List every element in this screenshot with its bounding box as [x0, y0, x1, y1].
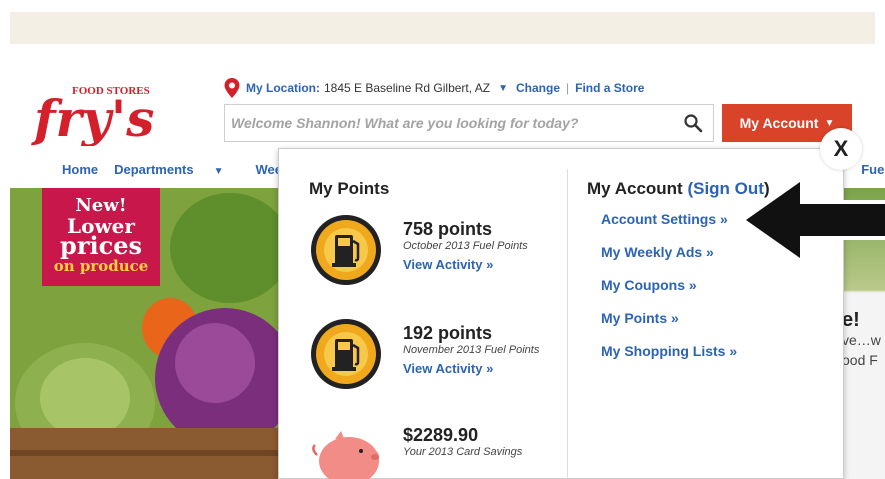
frys-logo[interactable]: FOOD STORES fry's: [30, 76, 180, 148]
fuel-pump-icon: [311, 319, 381, 389]
main-nav: Home Departments ▼ Week: [62, 162, 305, 177]
search-icon: [684, 114, 703, 133]
close-button[interactable]: X: [820, 128, 862, 170]
points-row-november: 192 points November 2013 Fuel Points Vie…: [309, 317, 569, 395]
logo-text: fry's: [31, 89, 154, 146]
location-pin-icon: [224, 78, 240, 98]
chevron-down-icon: ▼: [213, 166, 224, 177]
promo-line-1: New!: [75, 195, 127, 216]
view-activity-link[interactable]: View Activity »: [403, 361, 493, 376]
arrow-pointer-icon: [742, 178, 885, 262]
nav-fuel-partial: Fue: [861, 162, 885, 177]
points-row-october: 758 points October 2013 Fuel Points View…: [309, 213, 569, 291]
nav-departments[interactable]: Departments ▼: [114, 162, 239, 177]
account-settings-link[interactable]: Account Settings »: [601, 211, 728, 227]
hero-right-text: e! ve…w ood F: [842, 310, 881, 370]
location-label: My Location:: [246, 81, 320, 95]
shopping-lists-link[interactable]: My Shopping Lists »: [601, 343, 737, 359]
search-button[interactable]: [673, 105, 713, 141]
savings-desc: Your 2013 Card Savings: [403, 446, 523, 458]
location-bar: My Location: 1845 E Baseline Rd Gilbert,…: [224, 78, 644, 98]
points-desc: November 2013 Fuel Points: [403, 344, 540, 356]
nav-departments-label: Departments: [114, 162, 194, 177]
top-banner: [10, 12, 875, 44]
my-account-label: My Account: [739, 115, 819, 131]
chevron-down-icon: ▼: [824, 117, 835, 129]
hero-right-line-3: ood F: [842, 352, 878, 368]
weekly-ads-link[interactable]: My Weekly Ads »: [601, 244, 714, 260]
savings-row: $2289.90 Your 2013 Card Savings: [309, 419, 569, 479]
my-account-heading: My Account: [587, 179, 683, 198]
view-activity-link[interactable]: View Activity »: [403, 257, 493, 272]
promo-badge[interactable]: New! Lower prices on produce: [42, 188, 160, 286]
points-amount: 192 points: [403, 323, 493, 343]
separator: |: [566, 81, 570, 95]
search-input[interactable]: [225, 105, 673, 141]
promo-line-4: on produce: [53, 257, 149, 275]
hero-right-line-2: ve…w: [842, 332, 881, 348]
location-address: 1845 E Baseline Rd Gilbert, AZ: [324, 81, 491, 95]
my-points-link[interactable]: My Points »: [601, 310, 679, 326]
nav-home[interactable]: Home: [62, 162, 98, 177]
find-store-link[interactable]: Find a Store: [575, 81, 644, 95]
my-points-title: My Points: [309, 179, 390, 198]
points-amount: 758 points: [403, 219, 493, 239]
change-location-link[interactable]: Change: [516, 81, 560, 95]
search-box: [224, 104, 714, 142]
fuel-pump-icon: [311, 215, 381, 285]
savings-amount: $2289.90: [403, 425, 479, 445]
location-caret-icon[interactable]: ▼: [498, 83, 508, 94]
piggy-bank-icon: [312, 431, 379, 479]
points-desc: October 2013 Fuel Points: [403, 240, 528, 252]
hero-right-line-1: e!: [842, 309, 860, 331]
promo-line-3: prices: [60, 231, 142, 260]
coupons-link[interactable]: My Coupons »: [601, 277, 697, 293]
